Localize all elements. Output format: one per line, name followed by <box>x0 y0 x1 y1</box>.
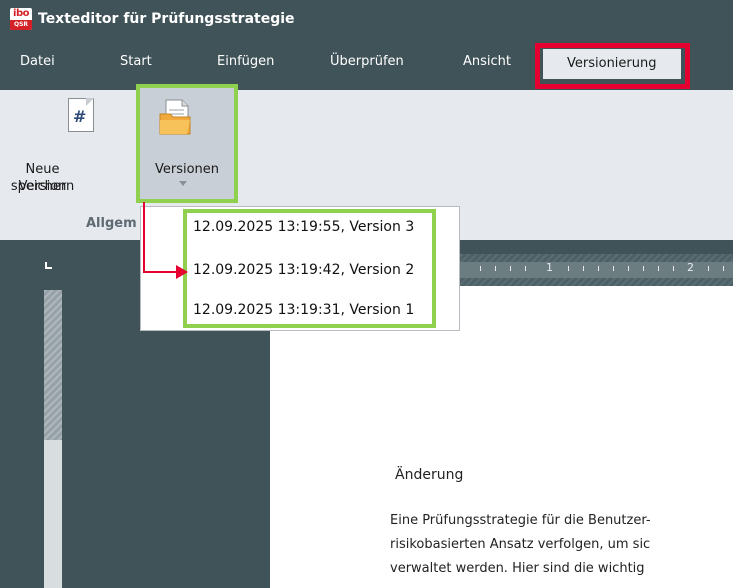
ruler-tick <box>480 266 481 271</box>
hash-glyph-icon: # <box>73 107 87 126</box>
ruler-number: 1 <box>546 261 553 274</box>
menu-start[interactable]: Start <box>120 54 152 69</box>
ruler-tick <box>495 266 496 271</box>
menu-versionierung[interactable]: Versionierung <box>543 49 681 79</box>
ruler-tick <box>583 266 584 271</box>
menu-ansicht[interactable]: Ansicht <box>463 54 511 69</box>
folder-document-icon <box>159 99 191 135</box>
version-item-2[interactable]: 12.09.2025 13:19:42, Version 2 <box>193 262 414 278</box>
document-line: risikobasierten Ansatz verfolgen, um sic <box>390 537 651 552</box>
ruler-tick <box>643 266 644 271</box>
version-item-1[interactable]: 12.09.2025 13:19:31, Version 1 <box>193 302 414 318</box>
ruler-tick <box>525 266 526 271</box>
ruler-tick <box>673 266 674 271</box>
vertical-ruler-page <box>44 440 62 588</box>
document-line: Eine Prüfungsstrategie für die Benutzer- <box>390 513 651 528</box>
menu-datei[interactable]: Datei <box>20 54 55 69</box>
hash-document-icon[interactable]: # <box>68 98 94 132</box>
version-item-3[interactable]: 12.09.2025 13:19:55, Version 3 <box>193 219 414 235</box>
annotation-arrow-line <box>143 271 179 273</box>
annotation-arrow-line <box>143 202 145 273</box>
window-title: Texteditor für Prüfungsstrategie <box>38 11 295 27</box>
new-version-label-2: speichern <box>10 179 75 194</box>
versions-label: Versionen <box>154 162 220 177</box>
ribbon-group-label: Allgem <box>86 216 137 231</box>
document-line: verwaltet werden. Hier sind die wichtig <box>390 561 645 576</box>
chevron-down-icon <box>179 181 187 186</box>
ruler-tick <box>613 266 614 271</box>
menu-bar: Datei Start Einfügen Überprüfen Ansicht … <box>0 40 733 90</box>
ruler-tick <box>598 266 599 271</box>
ruler-corner-icon[interactable] <box>45 262 52 269</box>
app-logo: ibo QSR <box>10 8 32 30</box>
ruler-tick <box>628 266 629 271</box>
ruler-tick <box>708 266 709 271</box>
page-fold-icon <box>86 98 94 106</box>
ruler-tick <box>568 266 569 271</box>
ruler-tick <box>510 266 511 271</box>
menu-einfuegen[interactable]: Einfügen <box>217 54 274 69</box>
logo-text-top: ibo <box>13 8 29 19</box>
logo-text-bottom: QSR <box>10 20 32 30</box>
ruler-tick <box>723 266 724 271</box>
ruler-number: 2 <box>687 261 694 274</box>
menu-ueberpruefen[interactable]: Überprüfen <box>330 54 404 69</box>
ruler-tick <box>658 266 659 271</box>
document-heading: Änderung <box>395 467 464 483</box>
title-bar: ibo QSR Texteditor für Prüfungsstrategie <box>0 0 733 40</box>
arrow-right-icon <box>176 265 188 279</box>
